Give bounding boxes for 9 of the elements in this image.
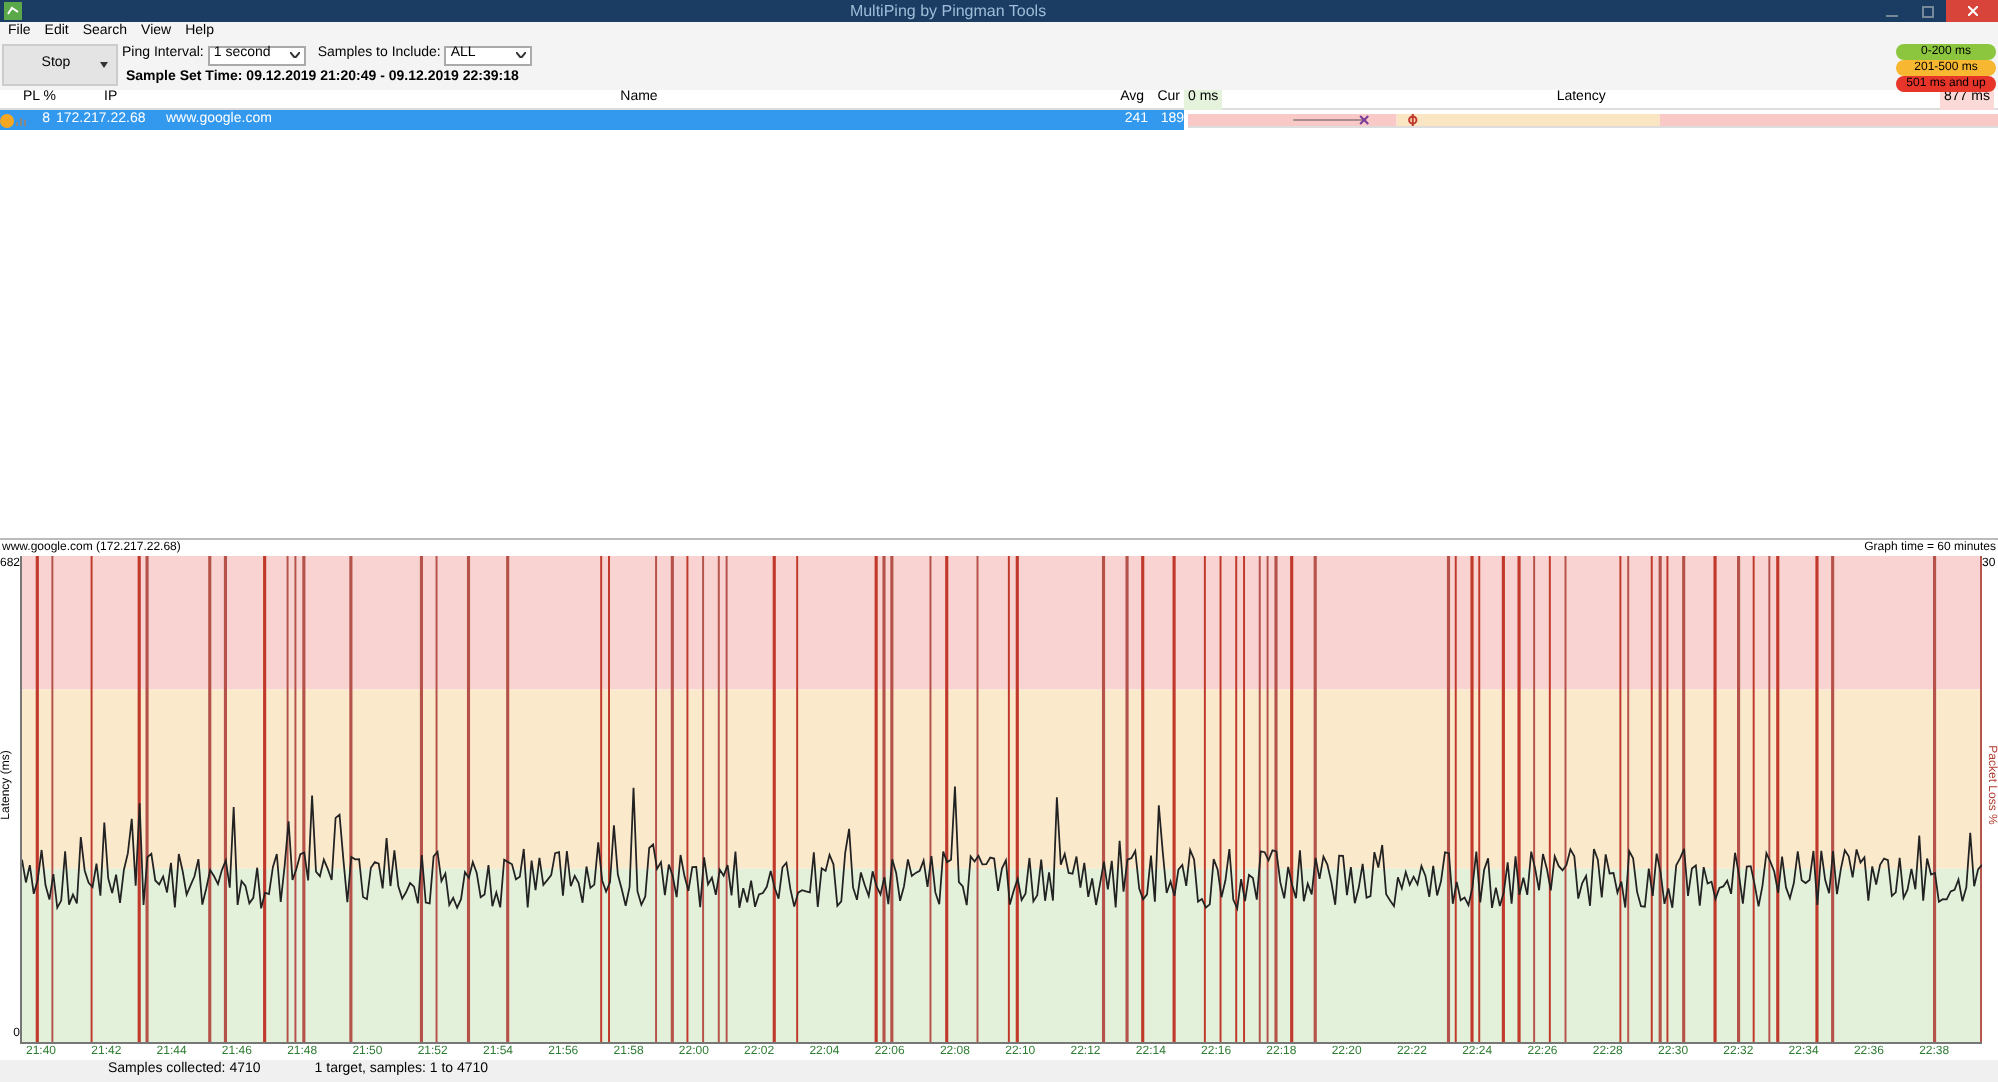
caret-icon	[100, 62, 108, 68]
maximize-icon[interactable]	[1922, 5, 1934, 17]
close-icon	[1967, 6, 1977, 16]
bars-icon	[16, 115, 26, 125]
chevron-icon	[516, 52, 527, 58]
chevron-icon	[289, 52, 300, 58]
status-dot-icon	[0, 113, 14, 127]
close-button[interactable]	[1946, 0, 1998, 22]
window-title: MultiPing by Pingman Tools	[849, 0, 1047, 23]
